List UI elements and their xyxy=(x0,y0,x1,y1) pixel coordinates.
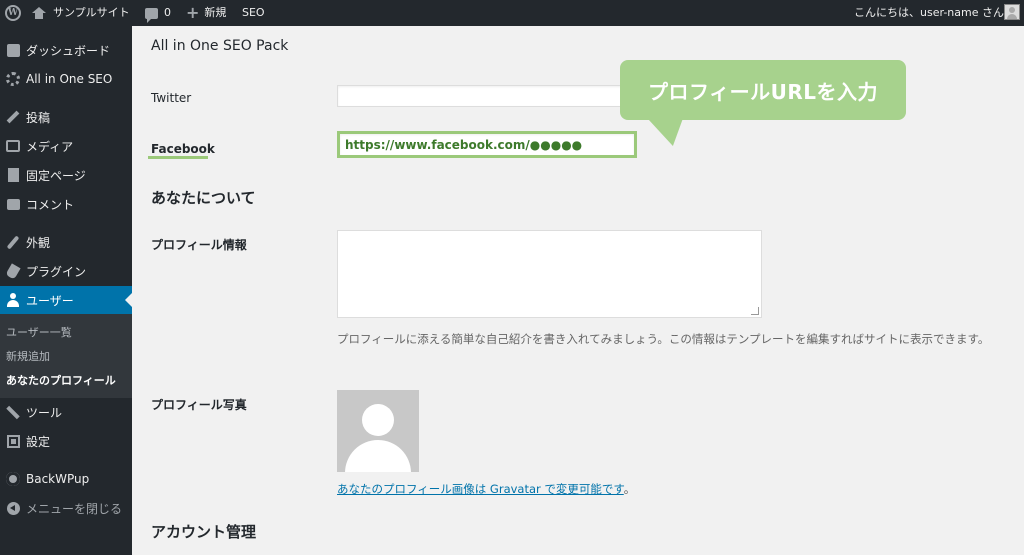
menu-appearance[interactable]: 外観 xyxy=(0,228,132,256)
menu-label: All in One SEO xyxy=(26,72,113,86)
comment-icon xyxy=(0,198,26,210)
menu-settings[interactable]: 設定 xyxy=(0,427,132,455)
comments-count: 0 xyxy=(164,6,171,19)
menu-label: 投稿 xyxy=(26,110,51,125)
menu-label: 固定ページ xyxy=(26,168,86,183)
profile-avatar xyxy=(337,390,419,472)
twitter-input[interactable] xyxy=(337,85,637,107)
menu-label: ツール xyxy=(26,405,63,420)
plus-icon: + xyxy=(186,3,200,22)
bio-description: プロフィールに添える簡単な自己紹介を書き入れてみましょう。この情報はテンプレート… xyxy=(337,332,990,346)
users-submenu: ユーザー一覧 新規追加 あなたのプロフィール xyxy=(0,314,132,398)
bio-textarea[interactable] xyxy=(337,230,762,318)
admin-sidebar: ダッシュボード All in One SEO 投稿 メディア 固定ページ コメン… xyxy=(0,26,132,555)
facebook-input[interactable]: https://www.facebook.com/●●●●● xyxy=(337,131,637,158)
site-name-link[interactable]: サンプルサイト xyxy=(53,0,130,26)
menu-label: メディア xyxy=(26,139,74,154)
menu-label: ダッシュボード xyxy=(26,43,111,58)
resize-handle[interactable] xyxy=(751,307,759,315)
user-greeting[interactable]: こんにちは、user-name さん xyxy=(854,0,1004,26)
menu-label: メニューを閉じる xyxy=(26,501,123,516)
menu-comments[interactable]: コメント xyxy=(0,190,132,218)
bio-label: プロフィール情報 xyxy=(151,238,247,252)
submenu-your-profile[interactable]: あなたのプロフィール xyxy=(6,372,116,388)
media-icon xyxy=(0,140,26,152)
dashboard-icon xyxy=(0,43,26,57)
comment-icon xyxy=(145,7,158,23)
menu-dashboard[interactable]: ダッシュボード xyxy=(0,36,132,64)
account-heading: アカウント管理 xyxy=(151,523,257,541)
about-heading: あなたについて xyxy=(151,189,256,207)
new-content-link[interactable]: + 新規 xyxy=(186,0,226,26)
comments-link[interactable]: 0 xyxy=(145,0,171,26)
new-label: 新規 xyxy=(204,6,227,19)
callout-tail xyxy=(636,118,684,146)
gravatar-link[interactable]: あなたのプロフィール画像は Gravatar で変更可能です xyxy=(337,482,624,496)
menu-backwpup[interactable]: BackWPup xyxy=(0,465,132,493)
user-icon xyxy=(0,293,26,307)
menu-users[interactable]: ユーザー xyxy=(0,286,132,314)
wrench-icon xyxy=(0,405,26,420)
gear-icon xyxy=(0,72,26,86)
menu-label: プラグイン xyxy=(26,264,87,279)
callout-bubble: プロフィールURLを入力 xyxy=(620,60,906,120)
menu-media[interactable]: メディア xyxy=(0,132,132,160)
brush-icon xyxy=(0,234,26,250)
collapse-icon xyxy=(0,501,26,515)
menu-all-in-one-seo[interactable]: All in One SEO xyxy=(0,65,132,93)
submenu-user-list[interactable]: ユーザー一覧 xyxy=(6,324,72,340)
menu-label: 設定 xyxy=(26,434,51,449)
submenu-add-new[interactable]: 新規追加 xyxy=(6,348,50,364)
collapse-menu-button[interactable]: メニューを閉じる xyxy=(0,494,132,522)
menu-tools[interactable]: ツール xyxy=(0,398,132,426)
seo-link[interactable]: SEO xyxy=(242,0,265,26)
user-avatar-icon[interactable] xyxy=(1004,4,1020,20)
menu-posts[interactable]: 投稿 xyxy=(0,103,132,131)
main-content: All in One SEO Pack Twitter Facebook htt… xyxy=(132,26,1024,555)
menu-label: BackWPup xyxy=(26,472,90,486)
menu-label: コメント xyxy=(26,197,75,212)
menu-label: ユーザー xyxy=(26,293,74,308)
menu-label: 外観 xyxy=(26,235,51,250)
plugin-icon xyxy=(0,262,26,280)
menu-pages[interactable]: 固定ページ xyxy=(0,161,132,189)
settings-icon xyxy=(0,434,26,448)
menu-plugins[interactable]: プラグイン xyxy=(0,257,132,285)
backwpup-icon xyxy=(0,472,26,486)
page-icon xyxy=(0,168,26,182)
wordpress-logo-icon[interactable]: W xyxy=(2,0,24,26)
twitter-label: Twitter xyxy=(151,91,192,105)
gravatar-note: あなたのプロフィール画像は Gravatar で変更可能です。 xyxy=(337,481,635,497)
home-icon[interactable] xyxy=(32,0,46,26)
admin-bar: W サンプルサイト 0 + 新規 SEO こんにちは、user-name さん xyxy=(0,0,1024,26)
facebook-label-highlight xyxy=(148,156,208,159)
facebook-label: Facebook xyxy=(151,142,215,156)
gravatar-period: 。 xyxy=(623,482,636,496)
photo-label: プロフィール写真 xyxy=(151,398,247,412)
section-title: All in One SEO Pack xyxy=(151,38,289,54)
pin-icon xyxy=(0,110,26,124)
